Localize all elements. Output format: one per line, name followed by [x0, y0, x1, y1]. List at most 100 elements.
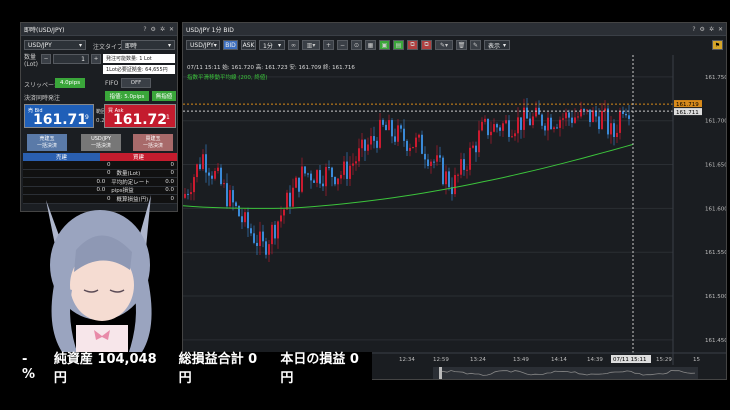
- ask-price: 161.72: [113, 112, 168, 128]
- candle-body: [508, 120, 510, 137]
- drawing-icon[interactable]: ✎▾: [435, 40, 453, 50]
- gear-icon[interactable]: ⚙: [700, 26, 705, 33]
- sell-bulk-close-button[interactable]: 売建玉 一括決済: [27, 134, 67, 151]
- row-left: 0.0: [96, 178, 106, 185]
- candle-body: [295, 177, 297, 188]
- candle-body: [553, 127, 555, 130]
- close-icon[interactable]: ✕: [169, 26, 174, 33]
- candle-body: [463, 159, 465, 170]
- layout-icon[interactable]: ▣: [379, 40, 390, 50]
- bid-button[interactable]: 売 Bid 161.71 9: [24, 104, 94, 128]
- required-margin-info: 1Lot必要証拠金: 64,655円: [103, 65, 175, 74]
- chart-type-icon[interactable]: ▥▾: [302, 40, 320, 50]
- candle-body: [544, 125, 546, 131]
- candle-body: [442, 157, 444, 185]
- close-icon[interactable]: ✕: [718, 26, 723, 33]
- candle-body: [499, 127, 501, 131]
- candle-body: [601, 111, 603, 130]
- candle-body: [325, 167, 327, 187]
- candle-body: [433, 161, 435, 163]
- row-right: 0: [170, 161, 175, 168]
- candle-body: [568, 112, 570, 118]
- buy-bulk-close-button[interactable]: 買建玉 一括決済: [133, 134, 173, 151]
- limit-close-button[interactable]: 指値: 5.0pips: [105, 91, 149, 101]
- candle-body: [379, 119, 381, 148]
- candle-body: [502, 123, 504, 131]
- x-tick-label: 15:29: [656, 357, 672, 363]
- all-bulk-close-button[interactable]: USD/JPY 一括決済: [81, 134, 121, 151]
- candle-body: [424, 153, 426, 160]
- candle-body: [418, 134, 420, 138]
- y-tick-label: 161.450: [705, 338, 726, 344]
- candle-body: [592, 110, 594, 123]
- net-assets-stat: 純資産 104,048 円: [53, 352, 157, 386]
- candle-body: [430, 161, 432, 166]
- zoom-in-icon[interactable]: +: [323, 40, 334, 50]
- delete-icon[interactable]: 🗑: [456, 40, 467, 50]
- no-limit-button[interactable]: 無指値: [152, 91, 176, 101]
- candle-body: [415, 137, 417, 148]
- candle-body: [391, 120, 393, 137]
- order-type-select[interactable]: 即時 ▾: [121, 40, 175, 50]
- ask-toggle[interactable]: ASK: [241, 40, 256, 50]
- compare2-icon[interactable]: ⧉: [421, 40, 432, 50]
- draw-mode-icon[interactable]: ✎: [470, 40, 481, 50]
- row-right: 0.0: [165, 187, 174, 194]
- candle-body: [517, 117, 519, 134]
- candle-body: [268, 244, 270, 255]
- summary-row: 0 数量(Lot) 0: [23, 169, 177, 178]
- zoom-out-icon[interactable]: −: [337, 40, 348, 50]
- candle-body: [382, 119, 384, 125]
- candle-body: [367, 144, 369, 151]
- candle-body: [514, 133, 516, 137]
- candle-body: [412, 147, 414, 149]
- timeframe-select[interactable]: 1分 ▾: [259, 40, 285, 50]
- candle-body: [286, 192, 288, 210]
- candle-body: [196, 164, 198, 178]
- settings-icon[interactable]: ✲: [160, 26, 165, 33]
- candle-body: [373, 136, 375, 141]
- symbol-select[interactable]: USD/JPY ▾: [24, 40, 86, 50]
- x-tick-label: 13:49: [513, 357, 529, 363]
- display-select[interactable]: 表示 ▾: [484, 40, 510, 50]
- candle-body: [316, 170, 318, 183]
- help-icon[interactable]: ?: [692, 26, 695, 33]
- qty-plus-button[interactable]: +: [91, 54, 101, 64]
- help-icon[interactable]: ?: [143, 26, 146, 33]
- zoom-reset-icon[interactable]: ⊙: [351, 40, 362, 50]
- candle-body: [337, 178, 339, 185]
- navigator-handle[interactable]: [439, 367, 442, 379]
- fifo-toggle[interactable]: OFF: [121, 78, 151, 88]
- candle-body: [346, 161, 348, 179]
- chevron-down-icon: ▾: [213, 41, 217, 49]
- link-icon[interactable]: ∞: [288, 40, 299, 50]
- chevron-down-icon: ▾: [78, 41, 82, 49]
- candle-body: [550, 117, 552, 130]
- price-chart[interactable]: 161.750 161.700 161.650 161.600 161.550 161.5…: [183, 55, 726, 381]
- candle-body: [475, 145, 477, 153]
- chevron-down-icon: ▾: [167, 41, 171, 49]
- gear-icon[interactable]: ⚙: [151, 26, 156, 33]
- qty-input[interactable]: 1: [53, 54, 89, 64]
- settings-icon[interactable]: ✲: [709, 26, 714, 33]
- candle-body: [229, 190, 231, 207]
- navigator-bar[interactable]: [433, 367, 698, 379]
- table-icon[interactable]: ▤: [393, 40, 404, 50]
- candle-body: [274, 224, 276, 239]
- candle-body: [277, 221, 279, 239]
- candle-body: [298, 177, 300, 192]
- chart-titlebar: USD/JPY 1分 BID ? ⚙ ✲ ✕: [183, 23, 726, 36]
- chart-symbol-select[interactable]: USD/JPY ▾: [186, 40, 220, 50]
- compare-icon[interactable]: ⧉: [407, 40, 418, 50]
- candle-body: [409, 147, 411, 151]
- slippage-button[interactable]: 4.0pips: [55, 78, 85, 88]
- candle-body: [547, 117, 549, 131]
- bid-toggle[interactable]: BID: [223, 40, 238, 50]
- current-price-tag-text: 161.719: [676, 102, 699, 108]
- qty-minus-button[interactable]: −: [41, 54, 51, 64]
- candle-body: [460, 159, 462, 175]
- ask-button[interactable]: 買 Ask 161.72 1: [104, 104, 176, 128]
- alert-icon[interactable]: ⚑: [712, 40, 723, 50]
- grid-icon[interactable]: ▦: [365, 40, 376, 50]
- summary-row: 00: [23, 161, 177, 170]
